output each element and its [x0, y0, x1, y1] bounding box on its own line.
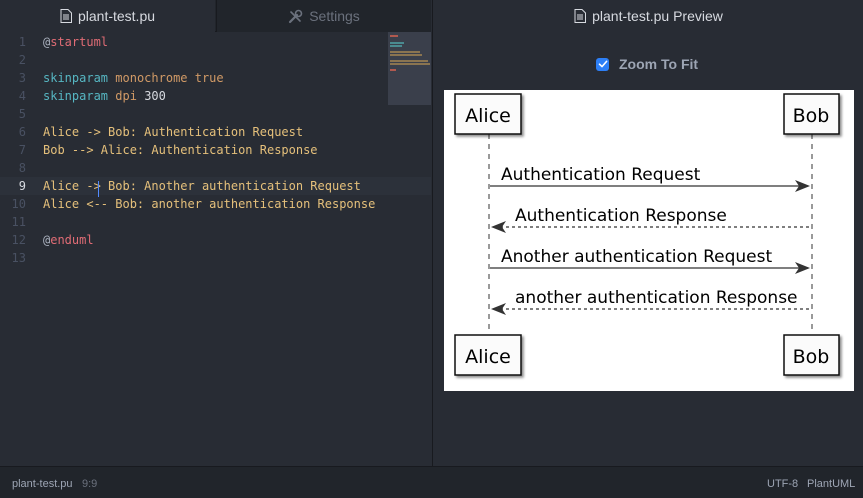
code-token: dpi: [115, 89, 137, 103]
code-line-6: Alice -> Bob: Authentication Request: [43, 125, 304, 139]
tools-icon: [288, 9, 303, 24]
message-1: Authentication Request: [490, 165, 810, 192]
tab-label: Settings: [309, 8, 360, 24]
zoom-to-fit-toggle[interactable]: Zoom To Fit: [596, 54, 698, 74]
code-line-1: @startuml: [43, 33, 431, 51]
file-icon: [574, 9, 587, 23]
message-2: Authentication Response: [491, 206, 811, 233]
status-file-name[interactable]: plant-test.pu: [12, 467, 73, 498]
line-number: 1: [18, 35, 26, 49]
code-token: enduml: [50, 233, 94, 247]
minimap-line: [390, 54, 422, 56]
line-number: 7: [18, 143, 26, 157]
minimap-line: [390, 42, 404, 44]
code-token: 300: [144, 89, 166, 103]
message-label: Authentication Response: [515, 206, 727, 226]
line-number: 5: [18, 107, 26, 121]
code-token: skinparam: [43, 71, 109, 85]
message-label: another authentication Response: [515, 288, 798, 308]
line-number: 2: [18, 53, 26, 67]
line-number: 4: [18, 89, 26, 103]
minimap[interactable]: [388, 32, 431, 105]
participant-label: Bob: [793, 346, 830, 368]
line-number: 3: [18, 71, 26, 85]
participant-bob-top: Bob: [783, 93, 840, 135]
line-number: 11: [11, 215, 26, 229]
check-icon: [598, 60, 607, 68]
message-label: Authentication Request: [501, 165, 701, 185]
status-bar: plant-test.pu 9:9 UTF-8 PlantUML: [0, 466, 863, 498]
code-token: skinparam: [43, 89, 109, 103]
message-label: Another authentication Request: [501, 247, 772, 267]
arrowhead: [491, 221, 506, 233]
tab-bar: plant-test.pu Settings: [0, 0, 431, 32]
code-token: monochrome true: [115, 71, 224, 85]
message-4: another authentication Response: [491, 288, 811, 315]
message-3: Another authentication Request: [490, 247, 810, 274]
participant-alice-bottom: Alice: [454, 334, 522, 376]
arrowhead: [491, 303, 506, 315]
participant-alice-top: Alice: [454, 93, 522, 135]
preview-pane: plant-test.pu Preview Zoom To Fit Alice …: [432, 0, 863, 466]
minimap-line: [390, 51, 420, 53]
preview-title: plant-test.pu Preview: [433, 0, 863, 32]
code-line-4: skinparam dpi 300: [43, 87, 431, 105]
preview-title-label: plant-test.pu Preview: [592, 8, 723, 24]
code-editor[interactable]: 1 2 3 4 5 6 7 8 9 10 11 12 13 @startuml …: [0, 32, 431, 466]
participant-label: Bob: [793, 105, 830, 127]
line-number: 6: [18, 125, 26, 139]
code-line-12: @enduml: [43, 231, 431, 249]
participant-label: Alice: [465, 105, 511, 127]
status-grammar[interactable]: PlantUML: [807, 467, 855, 498]
minimap-line: [390, 63, 430, 65]
participant-label: Alice: [465, 346, 511, 368]
line-number: 8: [18, 161, 26, 175]
code-line-9: Alice -> Bob: Another authentication Req…: [43, 179, 361, 193]
tab-settings[interactable]: Settings: [216, 0, 431, 32]
line-number-active: 9: [18, 179, 26, 193]
status-cursor-position[interactable]: 9:9: [82, 467, 97, 498]
line-number: 12: [11, 233, 26, 247]
tab-plant-test[interactable]: plant-test.pu: [0, 0, 215, 32]
text-cursor: [98, 181, 99, 197]
code-token: startuml: [50, 35, 109, 49]
minimap-line: [390, 45, 402, 47]
code-line-7: Bob --> Alice: Authentication Response: [43, 143, 318, 157]
minimap-line: [390, 69, 396, 71]
editor-pane: plant-test.pu Settings 1 2 3 4 5 6 7 8 9…: [0, 0, 431, 466]
zoom-to-fit-label: Zoom To Fit: [619, 56, 699, 72]
zoom-to-fit-checkbox[interactable]: [596, 57, 609, 71]
code-line-3: skinparam monochrome true: [43, 69, 431, 87]
code-line-10: Alice <-- Bob: another authentication Re…: [43, 197, 376, 211]
file-icon: [60, 9, 72, 23]
line-number: 13: [11, 251, 26, 265]
minimap-line: [390, 35, 398, 37]
participant-bob-bottom: Bob: [783, 334, 840, 376]
tab-label: plant-test.pu: [77, 8, 156, 24]
minimap-line: [390, 60, 428, 62]
line-number: 10: [11, 197, 26, 211]
status-encoding[interactable]: UTF-8: [767, 467, 798, 498]
sequence-diagram: Alice Bob Authentication Request Authent…: [444, 90, 854, 391]
